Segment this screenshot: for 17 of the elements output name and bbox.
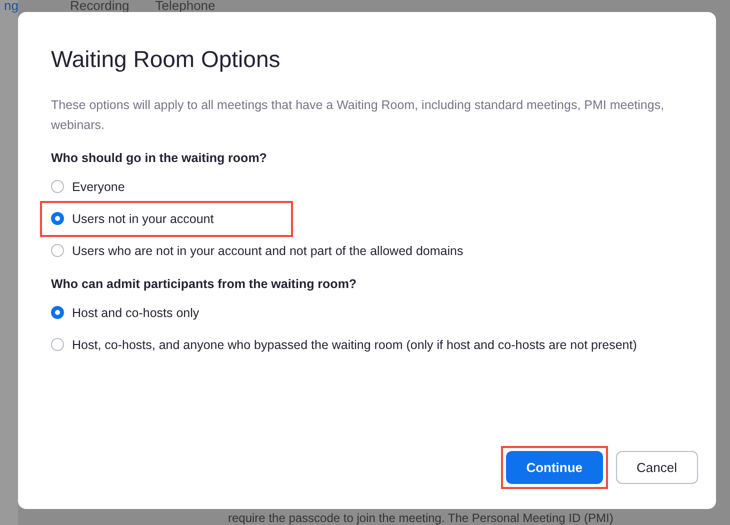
radio-button[interactable] xyxy=(51,244,64,257)
option-label[interactable]: Users not in your account xyxy=(72,210,214,228)
radio-button[interactable] xyxy=(51,306,64,319)
radio-button[interactable] xyxy=(51,180,64,193)
option-label[interactable]: Everyone xyxy=(72,178,125,196)
radio-button[interactable] xyxy=(51,212,64,225)
page-text: require the passcode to join the meeting. The Personal Meeting ID (PMI) xyxy=(227,511,614,525)
radio-button[interactable] xyxy=(51,338,64,351)
cancel-button[interactable]: Cancel xyxy=(616,451,698,484)
option-label[interactable]: Host and co-hosts only xyxy=(72,304,200,322)
question-heading: Who should go in the waiting room? xyxy=(51,151,268,165)
description-text: These options will apply to all meetings that have a Waiting Room, including standard meetings, PMI meetings, webinars. xyxy=(51,97,666,134)
dialog-title: Waiting Room Options xyxy=(51,46,282,73)
question-heading: Who can admit participants from the waiting room? xyxy=(51,277,358,291)
option-label[interactable]: Users who are not in your account and not part of the allowed domains xyxy=(72,242,464,260)
continue-button[interactable]: Continue xyxy=(506,451,603,484)
option-label[interactable]: Host, co-hosts, and anyone who bypassed the waiting room (only if host and co-hosts are not present) xyxy=(72,336,637,354)
